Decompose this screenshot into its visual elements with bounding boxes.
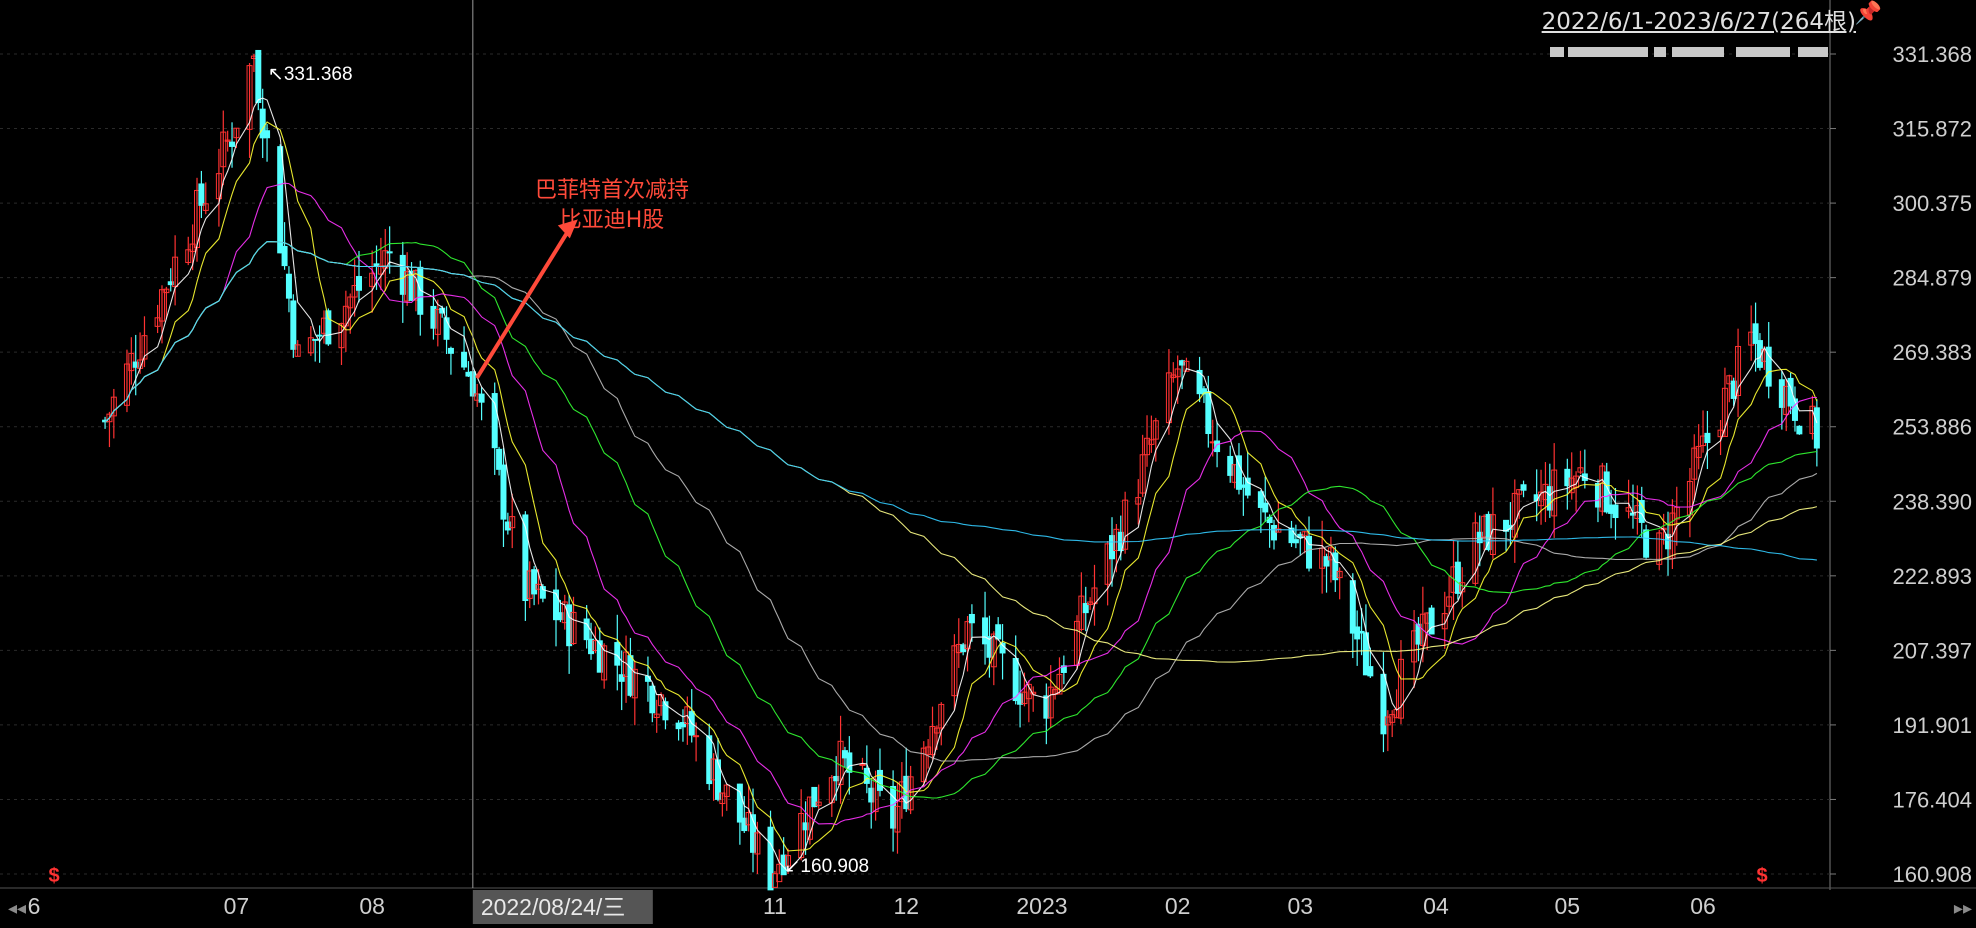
candlestick-chart[interactable]: 331.368 315.872 300.375 284.879 269.383 253.8… bbox=[0, 0, 1976, 928]
candle-down bbox=[290, 300, 297, 350]
legend-strip bbox=[1550, 47, 1828, 57]
y-tick-label: 315.872 bbox=[1892, 117, 1972, 142]
y-tick-label: 207.397 bbox=[1892, 638, 1972, 663]
crosshair-date: 2022/08/24/三 bbox=[481, 894, 626, 920]
candle-down bbox=[1262, 502, 1269, 513]
candle-down bbox=[1244, 477, 1251, 496]
candle-down bbox=[583, 618, 590, 641]
ma-line bbox=[104, 241, 1818, 663]
candle-down bbox=[876, 769, 883, 791]
y-tick-label: 269.383 bbox=[1892, 340, 1972, 365]
candle-down bbox=[461, 351, 468, 368]
candle-down bbox=[277, 146, 284, 254]
candle-down bbox=[1292, 539, 1299, 544]
candle-down bbox=[386, 251, 393, 254]
candle-down bbox=[1813, 407, 1820, 449]
grid-lines bbox=[0, 0, 1976, 890]
x-tick-label: 08 bbox=[359, 893, 385, 919]
x-tick-label: 11 bbox=[763, 893, 787, 919]
candle-down bbox=[355, 276, 362, 291]
y-tick-label: 160.908 bbox=[1892, 862, 1972, 887]
candle-down bbox=[968, 613, 975, 624]
x-axis: 6070810111220230203040506◂◂▸▸ bbox=[8, 893, 1972, 919]
y-tick-label: 238.390 bbox=[1892, 489, 1972, 514]
candle-down bbox=[229, 141, 236, 147]
annotation-text-line1: 巴菲特首次减持 bbox=[535, 178, 689, 203]
candle-down bbox=[198, 183, 205, 206]
candle-down bbox=[1205, 391, 1212, 435]
ma-line bbox=[104, 121, 1818, 852]
moving-average-lines bbox=[104, 97, 1818, 873]
y-axis: 331.368 315.872 300.375 284.879 269.383 253.8… bbox=[1892, 42, 1972, 887]
x-tick-label: 05 bbox=[1555, 893, 1581, 919]
candles bbox=[102, 49, 1820, 891]
y-tick-label: 222.893 bbox=[1892, 564, 1972, 589]
candle-down bbox=[1367, 666, 1374, 677]
x-tick-label: 04 bbox=[1423, 893, 1449, 919]
x-tick-label: 2023 bbox=[1016, 893, 1067, 919]
candle-down bbox=[614, 642, 621, 666]
candle-down bbox=[995, 624, 1002, 640]
candle-down bbox=[255, 49, 262, 104]
candle-down bbox=[1704, 432, 1711, 443]
candle-down bbox=[500, 464, 507, 520]
candle-down bbox=[447, 347, 454, 354]
y-tick-label: 253.886 bbox=[1892, 415, 1972, 440]
annotation-text-line2: 比亚迪H股 bbox=[560, 208, 665, 233]
x-tick-label: 06 bbox=[1690, 893, 1716, 919]
y-tick-label: 331.368 bbox=[1892, 42, 1972, 67]
candle-down bbox=[1214, 440, 1221, 453]
x-tick-label: 12 bbox=[893, 893, 919, 919]
candle-down bbox=[736, 783, 743, 823]
dividend-marker-icon: $ bbox=[1756, 865, 1767, 887]
candle-down bbox=[1612, 504, 1619, 519]
x-tick-label: 07 bbox=[224, 893, 250, 919]
date-range-label[interactable]: 2022/6/1-2023/6/27(264根) bbox=[1542, 2, 1856, 36]
candle-down bbox=[1643, 529, 1650, 558]
x-tick-label: 03 bbox=[1287, 893, 1313, 919]
candle-down bbox=[316, 334, 323, 337]
candle-down bbox=[1796, 425, 1803, 435]
candle-down bbox=[531, 569, 538, 595]
double-right-arrow-icon: ▸▸ bbox=[1954, 898, 1972, 918]
candle-down bbox=[312, 338, 319, 341]
y-tick-label: 284.879 bbox=[1892, 266, 1972, 291]
candle-down bbox=[281, 245, 288, 267]
candle-down bbox=[478, 393, 485, 403]
max-price-marker: ↖331.368 bbox=[268, 64, 353, 85]
pin-icon[interactable]: 📌 bbox=[1855, 0, 1882, 26]
candle-down bbox=[1349, 580, 1356, 634]
candle-down bbox=[649, 685, 656, 714]
candle-down bbox=[325, 310, 332, 345]
min-price-marker: ↙160.908 bbox=[785, 856, 870, 877]
y-tick-label: 191.901 bbox=[1892, 713, 1972, 738]
candle-up bbox=[693, 735, 700, 738]
x-tick-label: 6 bbox=[28, 893, 41, 919]
candle-down bbox=[1638, 500, 1645, 523]
candle-down bbox=[1270, 524, 1277, 541]
y-tick-label: 176.404 bbox=[1892, 787, 1972, 812]
ma-line bbox=[104, 241, 1817, 799]
annotation-arrow bbox=[475, 227, 572, 380]
double-left-arrow-icon: ◂◂ bbox=[8, 898, 26, 918]
y-tick-label: 300.375 bbox=[1892, 191, 1972, 216]
candle-down bbox=[264, 130, 271, 139]
ma-line bbox=[104, 97, 1818, 873]
candle-down bbox=[1520, 484, 1527, 491]
candle-up bbox=[859, 763, 866, 766]
dividend-marker-icon: $ bbox=[48, 865, 59, 887]
candle-down bbox=[1428, 607, 1435, 635]
x-tick-label: 02 bbox=[1165, 893, 1191, 919]
candle-down bbox=[285, 273, 292, 299]
